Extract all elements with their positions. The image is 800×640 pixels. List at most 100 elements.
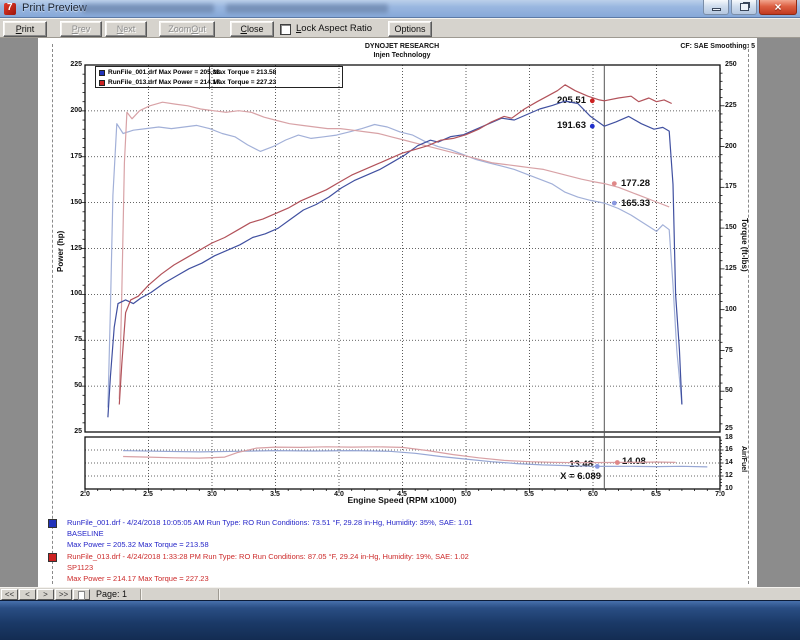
y-tick-left: 150: [60, 199, 82, 206]
legend-row: RunFile_013.drf Max Power = 214.17 Max T…: [96, 78, 342, 88]
redacted-title-text: [82, 4, 214, 13]
correction-smoothing-label: CF: SAE Smoothing: 5: [600, 43, 755, 50]
x-tick: 6.0: [583, 491, 603, 498]
y-tick-left: 200: [60, 107, 82, 114]
toolbar: Print Prev Next Zoom Out Close Lock Aspe…: [0, 18, 800, 38]
cursor-value-power-blue: 191.63: [540, 120, 586, 131]
af-axis-title: Air/Fuel: [740, 446, 747, 472]
legend-file: RunFile_001.drf: [108, 69, 157, 76]
x-tick: 2.0: [75, 491, 95, 498]
cursor-value-af-blue: 13.48: [547, 459, 593, 470]
next-button: Next: [105, 21, 147, 37]
y-tick-left: 175: [60, 153, 82, 160]
y-tick-right: 250: [725, 61, 737, 68]
next-page-button[interactable]: >: [37, 589, 54, 600]
x-tick: 2.5: [138, 491, 158, 498]
y-tick-right: 50: [725, 387, 733, 394]
close-preview-button[interactable]: Close: [230, 21, 274, 37]
legend-torque: Max Torque = 227.23: [213, 79, 276, 86]
legend-torque: Max Torque = 213.58: [213, 69, 276, 76]
print-button[interactable]: Print: [3, 21, 47, 37]
y-tick-right: 75: [725, 347, 733, 354]
x-tick: 3.0: [202, 491, 222, 498]
page-margin-guide: [52, 44, 53, 584]
y-tick-right: 175: [725, 183, 737, 190]
x-tick: 7.0: [710, 491, 730, 498]
label: rev: [78, 24, 91, 34]
page-setup-button[interactable]: [73, 589, 90, 600]
x-axis-title: Engine Speed (RPM x1000): [292, 495, 512, 505]
af-tick: 18: [725, 434, 733, 441]
y-tick-right: 25: [725, 425, 733, 432]
label: ock Aspect Ratio: [301, 23, 372, 34]
af-tick: 16: [725, 446, 733, 453]
run-info-max: Max Power = 214.17 Max Torque = 227.23: [67, 574, 209, 583]
x-tick: 5.5: [519, 491, 539, 498]
legend-power: Max Power = 214.17: [159, 79, 220, 86]
prev-page-button[interactable]: <: [19, 589, 36, 600]
chart-legend: RunFile_001.drf Max Power = 205.32 Max T…: [95, 66, 343, 88]
zoom-out-button: Zoom Out: [159, 21, 215, 37]
prev-button: Prev: [60, 21, 102, 37]
minimize-icon: [712, 8, 721, 11]
lock-aspect-checkbox[interactable]: [280, 24, 291, 35]
legend-file: RunFile_013.drf: [108, 79, 157, 86]
run-info-line: RunFile_001.drf - 4/24/2018 10:05:05 AM …: [67, 518, 473, 527]
y-tick-right: 200: [725, 143, 737, 150]
cursor-value-torque-blue: 165.33: [621, 198, 650, 209]
run-info-line: RunFile_013.drf - 4/24/2018 1:33:28 PM R…: [67, 552, 469, 561]
y-tick-right: 225: [725, 102, 737, 109]
y-tick-right: 150: [725, 224, 737, 231]
label: ut: [198, 24, 206, 34]
power-axis-title: Power (hp): [56, 231, 65, 272]
minimize-button[interactable]: [703, 0, 729, 15]
x-tick: 6.5: [646, 491, 666, 498]
last-page-button[interactable]: >>: [55, 589, 72, 600]
redacted-title-text: [226, 4, 388, 13]
run-swatch-red: [48, 553, 57, 562]
legend-swatch-blue: [99, 70, 105, 76]
af-tick: 14: [725, 459, 733, 466]
app-icon: [4, 3, 16, 15]
dyno-header-company: DYNOJET RESEARCH: [282, 43, 522, 50]
cursor-value-af-red: 14.08: [622, 456, 646, 467]
y-tick-left: 225: [60, 61, 82, 68]
cursor-value-torque-red: 177.28: [621, 178, 650, 189]
page-icon: [78, 591, 85, 600]
label: Zoom: [168, 24, 191, 34]
first-page-button[interactable]: <<: [1, 589, 18, 600]
run-swatch-blue: [48, 519, 57, 528]
cursor-x-label: X = 6.089: [545, 471, 601, 482]
label: lose: [247, 24, 264, 34]
legend-text: RunFile_013.drf Max Power = 214.17: [108, 79, 220, 86]
page-margin-guide: [748, 44, 749, 584]
lock-aspect-label: Lock Aspect Ratio: [296, 23, 372, 34]
y-tick-left: 100: [60, 290, 82, 297]
torque-axis-title: Torque (ft-lbs): [740, 218, 749, 272]
legend-power: Max Power = 205.32: [159, 69, 220, 76]
close-window-button[interactable]: ×: [759, 0, 797, 15]
status-separator: [218, 589, 220, 600]
label: O: [191, 24, 198, 34]
maximize-icon: [740, 3, 749, 11]
y-tick-right: 100: [725, 306, 737, 313]
legend-text: RunFile_001.drf Max Power = 205.32: [108, 69, 220, 76]
y-tick-right: 125: [725, 265, 737, 272]
status-separator: [140, 589, 142, 600]
maximize-button[interactable]: [731, 0, 757, 15]
y-tick-left: 25: [60, 428, 82, 435]
y-tick-left: 50: [60, 382, 82, 389]
legend-swatch-red: [99, 80, 105, 86]
label: ext: [123, 24, 135, 34]
legend-row: RunFile_001.drf Max Power = 205.32 Max T…: [96, 68, 342, 78]
y-tick-left: 75: [60, 336, 82, 343]
run-info-name: BASELINE: [67, 529, 104, 538]
af-tick: 12: [725, 472, 733, 479]
label: Options: [394, 24, 425, 34]
options-button[interactable]: Options: [388, 21, 432, 37]
status-bar: << < > >> Page: 1: [0, 587, 800, 600]
cursor-value-power-red: 205.51: [540, 95, 586, 106]
run-info-name: SP1123: [67, 563, 93, 572]
title-bar: Print Preview ×: [0, 0, 800, 18]
x-tick: 3.5: [265, 491, 285, 498]
